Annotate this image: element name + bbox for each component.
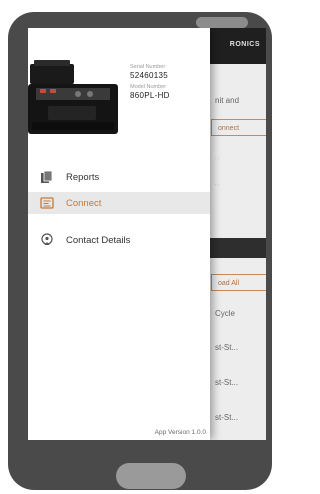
- menu-item-label: Connect: [66, 198, 102, 209]
- model-number-value: 860PL-HD: [130, 91, 170, 100]
- drawer-header: Serial Number 52460135 Model Number 860P…: [28, 28, 210, 156]
- background-row: st-St...: [215, 413, 239, 422]
- reports-icon: [41, 170, 53, 183]
- contact-icon: [41, 233, 53, 245]
- serial-number-value: 52460135: [130, 71, 168, 80]
- home-button[interactable]: [116, 463, 186, 489]
- connect-icon: [40, 197, 54, 209]
- background-bar: [210, 238, 266, 258]
- background-text: nit and: [215, 96, 240, 105]
- background-text: Cycle: [215, 309, 236, 318]
- background-row: st-St...: [215, 343, 239, 352]
- navigation-drawer: Serial Number 52460135 Model Number 860P…: [28, 28, 210, 440]
- menu-item-label: Reports: [66, 172, 100, 183]
- app-version-text: App Version 1.0.0: [154, 429, 206, 436]
- phone-speaker: [196, 17, 248, 28]
- app-screen: RONICS nit and onnect · · · · oad All Cy…: [28, 28, 266, 440]
- menu-item-connect[interactable]: Connect: [28, 192, 210, 214]
- background-connect-button: onnect: [211, 119, 266, 136]
- background-load-button: oad All: [211, 274, 266, 291]
- menu-item-label: Contact Details: [66, 235, 131, 246]
- model-number-label: Model Number: [130, 84, 167, 90]
- background-row: st-St...: [215, 378, 239, 387]
- brand-logo-text: RONICS: [229, 41, 260, 48]
- product-image: [28, 60, 118, 134]
- menu-item-contact-details[interactable]: Contact Details: [28, 229, 210, 251]
- background-text: · ·: [215, 182, 220, 188]
- serial-number-label: Serial Number: [130, 64, 166, 70]
- menu-item-reports[interactable]: Reports: [28, 166, 210, 188]
- background-text: · ·: [215, 156, 220, 162]
